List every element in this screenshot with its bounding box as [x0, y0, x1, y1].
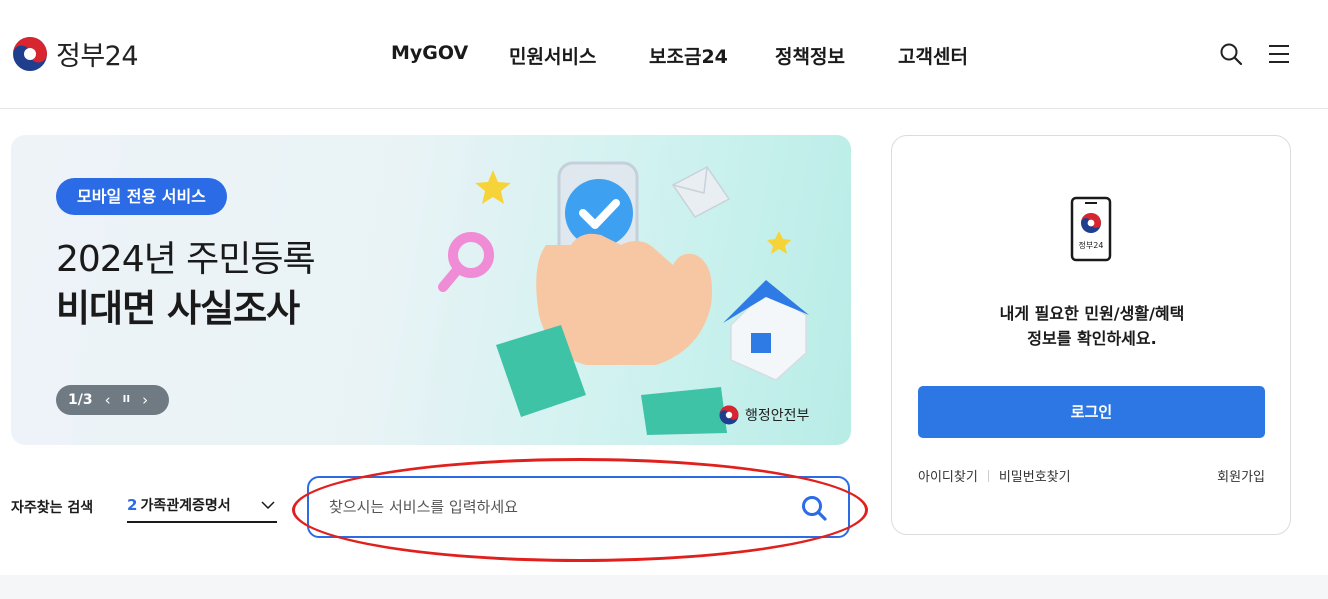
nav-item-civil-service[interactable]: 민원서비스: [509, 42, 649, 69]
signup-link[interactable]: 회원가입: [1217, 466, 1265, 485]
ministry-emblem-icon: [719, 405, 739, 425]
link-divider: [987, 469, 989, 482]
pager-count: 1/3: [68, 392, 93, 408]
ministry-credit: 행정안전부: [719, 405, 809, 425]
small-star-icon: [767, 231, 791, 254]
login-button[interactable]: 로그인: [918, 386, 1265, 438]
login-message-line1: 내게 필요한 민원/생활/혜택: [999, 304, 1185, 323]
government-emblem-icon: [13, 36, 47, 71]
envelope-icon: [671, 166, 731, 218]
chevron-down-icon: [261, 501, 275, 510]
next-slide-icon[interactable]: ›: [142, 392, 148, 408]
search-submit-icon[interactable]: [800, 494, 828, 522]
phone-icon-label: 정부24: [1079, 240, 1104, 250]
global-nav: MyGOV 민원서비스 보조금24 정책정보 고객센터: [391, 42, 978, 69]
site-header: 정부24 MyGOV 민원서비스 보조금24 정책정보 고객센터: [0, 0, 1328, 109]
mobile-phone-icon: 정부24: [1070, 196, 1112, 262]
find-password-link[interactable]: 비밀번호찾기: [999, 466, 1071, 485]
nav-item-subsidy24[interactable]: 보조금24: [649, 42, 775, 69]
magnifier-icon: [438, 232, 494, 292]
service-search-input[interactable]: [329, 478, 789, 536]
find-id-link[interactable]: 아이디찾기: [918, 466, 978, 485]
banner-pager: 1/3 ‹ II ›: [56, 385, 169, 415]
nav-item-mygov[interactable]: MyGOV: [391, 42, 509, 69]
login-panel: 정부24 내게 필요한 민원/생활/혜택 정보를 확인하세요. 로그인 아이디찾…: [891, 135, 1291, 535]
banner-title-line2: 비대면 사실조사: [56, 287, 300, 330]
banner-illustration: [438, 161, 809, 435]
account-links: 아이디찾기 비밀번호찾기 회원가입: [918, 466, 1265, 485]
banner-badge: 모바일 전용 서비스: [56, 178, 227, 215]
star-icon: [475, 170, 511, 204]
prev-slide-icon[interactable]: ‹: [105, 392, 111, 408]
service-search-box[interactable]: [307, 476, 850, 538]
logo-text: 정부24: [56, 41, 139, 72]
pause-icon[interactable]: II: [123, 395, 130, 405]
ministry-name: 행정안전부: [745, 408, 810, 424]
search-icon[interactable]: [1219, 42, 1243, 66]
main-banner[interactable]: 모바일 전용 서비스 2024년 주민등록 비대면 사실조사 1/3 ‹ II …: [11, 135, 851, 445]
nav-item-policy-info[interactable]: 정책정보: [775, 42, 898, 69]
frequent-search-dropdown[interactable]: 2 가족관계증명서: [127, 489, 277, 523]
banner-title-line1: 2024년 주민등록: [56, 239, 316, 280]
login-message-line2: 정보를 확인하세요.: [1027, 329, 1157, 348]
bottom-section-strip: [0, 575, 1328, 599]
frequent-search-value: 가족관계증명서: [140, 498, 231, 514]
frequent-search-label: 자주찾는 검색: [11, 500, 94, 516]
hamburger-menu-icon[interactable]: [1267, 42, 1291, 66]
nav-item-customer-center[interactable]: 고객센터: [898, 42, 978, 69]
house-icon: [723, 280, 809, 381]
site-logo[interactable]: 정부24: [12, 34, 139, 73]
frequent-search-rank: 2: [127, 496, 138, 514]
